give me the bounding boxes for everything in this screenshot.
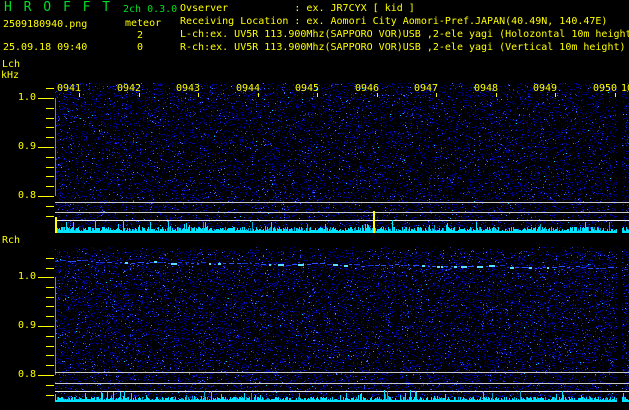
y-tick-minor-mark	[46, 365, 54, 366]
mode-label: meteor	[125, 18, 161, 29]
time-tick-mark	[258, 93, 259, 97]
rch-panel-title: Rch	[2, 235, 20, 246]
y-tick-label: 1.0	[12, 93, 36, 103]
y-tick-minor-mark	[46, 316, 54, 317]
y-tick-minor-mark	[46, 108, 54, 109]
rch-receiver-config-line: R-ch:ex. UV5R 113.900Mhz(SAPPORO VOR)USB…	[180, 42, 626, 53]
y-tick-minor-mark	[46, 258, 54, 259]
time-label: 0941	[57, 84, 81, 94]
y-tick-minor-mark	[46, 346, 54, 347]
time-tick-mark	[555, 93, 556, 97]
y-tick-minor-mark	[46, 385, 54, 386]
lch-panel-title: Lch	[2, 59, 20, 70]
time-label: 0943	[176, 84, 200, 94]
y-tick-major-mark	[38, 375, 54, 376]
y-tick-minor-mark	[46, 287, 54, 288]
y-tick-minor-mark	[46, 216, 54, 217]
y-tick-major-mark	[38, 147, 54, 148]
observer-line: Ovserver : ex. JR7CYX [ kid ]	[180, 3, 415, 14]
rch-spectrogram-canvas	[55, 247, 629, 402]
meteor-count-2: 0	[137, 42, 143, 53]
time-tick-mark	[79, 93, 80, 97]
y-tick-label: 0.9	[12, 142, 36, 152]
output-filename: 2509180940.png	[3, 19, 87, 30]
time-tick-mark	[139, 93, 140, 97]
y-tick-minor-mark	[46, 176, 54, 177]
y-tick-minor-mark	[46, 167, 54, 168]
hrofft-screen: H R O F F T 2ch 0.3.0 2509180940.png met…	[0, 0, 629, 410]
khz-unit-label: kHz	[1, 70, 19, 81]
app-version: 2ch 0.3.0	[123, 4, 177, 15]
time-tick-mark	[496, 93, 497, 97]
time-tick-mark	[436, 93, 437, 97]
lch-spectrogram-canvas	[55, 83, 629, 233]
time-label: 0947	[414, 84, 438, 94]
meteor-count-1: 2	[137, 30, 143, 41]
time-label-partial: 10	[621, 84, 629, 94]
time-tick-mark	[198, 93, 199, 97]
y-tick-minor-mark	[46, 306, 54, 307]
lch-receiver-config-line: L-ch:ex. UV5R 113.900Mhz(SAPPORO VOR)USB…	[180, 29, 629, 40]
datetime-label: 25.09.18 09:40	[3, 42, 87, 53]
y-tick-minor-mark	[46, 88, 54, 89]
time-tick-mark	[615, 93, 616, 97]
y-tick-minor-mark	[46, 206, 54, 207]
y-tick-minor-mark	[46, 395, 54, 396]
y-tick-major-mark	[38, 277, 54, 278]
y-tick-label: 0.8	[12, 191, 36, 201]
y-tick-major-mark	[38, 326, 54, 327]
y-tick-label: 1.0	[12, 272, 36, 282]
time-label: 0945	[295, 84, 319, 94]
time-tick-mark	[377, 93, 378, 97]
time-tick-mark	[317, 93, 318, 97]
y-tick-minor-mark	[46, 186, 54, 187]
time-label: 0950	[593, 84, 617, 94]
time-label: 0946	[355, 84, 379, 94]
y-tick-minor-mark	[46, 118, 54, 119]
y-tick-label: 0.8	[12, 370, 36, 380]
y-tick-minor-mark	[46, 336, 54, 337]
receiving-location-line: Receiving Location : ex. Aomori City Aom…	[180, 16, 607, 27]
time-label: 0949	[533, 84, 557, 94]
time-label: 0942	[117, 84, 141, 94]
y-tick-major-mark	[38, 196, 54, 197]
app-title: H R O F F T	[4, 2, 112, 13]
time-label: 0948	[474, 84, 498, 94]
y-tick-label: 0.9	[12, 321, 36, 331]
y-tick-minor-mark	[46, 355, 54, 356]
y-tick-minor-mark	[46, 268, 54, 269]
y-tick-major-mark	[38, 98, 54, 99]
y-tick-minor-mark	[46, 137, 54, 138]
y-tick-minor-mark	[46, 297, 54, 298]
time-label: 0944	[236, 84, 260, 94]
y-tick-minor-mark	[46, 127, 54, 128]
y-tick-minor-mark	[46, 157, 54, 158]
